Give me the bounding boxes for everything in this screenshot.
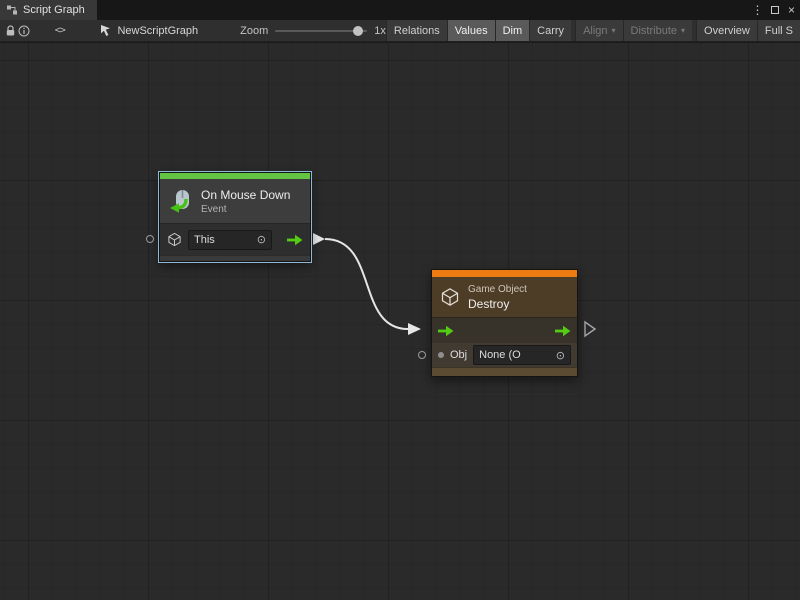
- value-input-port[interactable]: [438, 352, 444, 358]
- zoom-knob[interactable]: [353, 26, 363, 36]
- lock-button[interactable]: [4, 20, 17, 42]
- destroy-node-footer: [432, 367, 577, 376]
- event-node-header: On Mouse Down Event: [160, 179, 310, 223]
- fullscreen-button[interactable]: Full S: [757, 20, 800, 42]
- zoom-control: Zoom 1x: [240, 25, 386, 37]
- cursor-icon: [100, 24, 112, 37]
- kebab-menu-icon: ⋮: [752, 3, 764, 17]
- carry-button[interactable]: Carry: [529, 20, 571, 42]
- zoom-slider[interactable]: [275, 30, 367, 32]
- object-picker-icon[interactable]: ⊙: [556, 349, 565, 362]
- dim-button[interactable]: Dim: [495, 20, 530, 42]
- distribute-button[interactable]: Distribute ▾: [623, 20, 692, 42]
- maximize-icon: [771, 6, 779, 14]
- tab-script-graph[interactable]: Script Graph: [0, 0, 97, 20]
- lock-icon: [5, 25, 16, 37]
- input-label: Obj: [450, 349, 467, 361]
- info-button[interactable]: [17, 20, 30, 42]
- event-node-body: This ⊙: [160, 223, 310, 255]
- zoom-value: 1x: [374, 25, 386, 37]
- zoom-label: Zoom: [240, 25, 268, 37]
- window-menu-button[interactable]: ⋮: [749, 0, 766, 20]
- event-node-footer: [160, 255, 310, 261]
- wire-layer: [0, 43, 800, 600]
- distribute-label: Distribute: [631, 25, 677, 37]
- mouse-down-icon: [168, 188, 194, 214]
- align-label: Align: [583, 25, 607, 37]
- event-target-port[interactable]: [146, 235, 154, 243]
- graph-canvas[interactable]: On Mouse Down Event This ⊙: [0, 43, 800, 600]
- target-object-field[interactable]: This ⊙: [188, 230, 272, 250]
- align-button[interactable]: Align ▾: [575, 20, 622, 42]
- node-title: On Mouse Down: [201, 188, 290, 202]
- event-node-titles: On Mouse Down Event: [201, 188, 290, 215]
- destroy-accent-strip: [432, 270, 577, 277]
- node-subtitle: Event: [201, 204, 290, 215]
- destroy-node-header: Game Object Destroy: [432, 277, 577, 317]
- tab-title: Script Graph: [23, 4, 85, 16]
- flow-output-port[interactable]: [555, 325, 571, 337]
- node-destroy[interactable]: Game Object Destroy Obj None (O ⊙: [431, 269, 578, 377]
- node-title: Destroy: [468, 297, 527, 311]
- close-icon: ×: [788, 3, 795, 17]
- graph-name-group[interactable]: NewScriptGraph: [100, 24, 198, 37]
- wire-path: [325, 239, 408, 329]
- destroy-flow-continue-port[interactable]: [585, 322, 595, 336]
- destroy-obj-port[interactable]: [418, 351, 426, 359]
- target-object-value: This: [194, 234, 215, 246]
- code-icon: <>: [55, 25, 65, 36]
- window-titlebar: Script Graph ⋮ ×: [0, 0, 800, 20]
- maximize-button[interactable]: [766, 0, 783, 20]
- cube-icon: [167, 232, 182, 247]
- obj-field[interactable]: None (O ⊙: [473, 345, 571, 365]
- overview-button[interactable]: Overview: [696, 20, 757, 42]
- obj-field-value: None (O: [479, 349, 521, 361]
- close-button[interactable]: ×: [783, 0, 800, 20]
- node-category: Game Object: [468, 284, 527, 295]
- toolbar-button-group: Relations Values Dim Carry Align ▾ Distr…: [386, 20, 800, 42]
- chevron-down-icon: ▾: [681, 26, 685, 35]
- cube-icon: [440, 287, 460, 307]
- object-picker-icon[interactable]: ⊙: [257, 233, 266, 246]
- wire-start-arrow-icon: [313, 233, 325, 245]
- destroy-input-row: Obj None (O ⊙: [432, 343, 577, 367]
- graph-name-label: NewScriptGraph: [117, 25, 198, 37]
- relations-button[interactable]: Relations: [386, 20, 447, 42]
- node-on-mouse-down[interactable]: On Mouse Down Event This ⊙: [159, 172, 311, 262]
- flow-input-port[interactable]: [438, 325, 454, 337]
- graph-toolbar: <> NewScriptGraph Zoom 1x Relations Valu…: [0, 20, 800, 42]
- graph-tab-icon: [6, 4, 18, 16]
- wire-end-arrow-icon: [408, 323, 421, 335]
- destroy-flow-row: [432, 317, 577, 343]
- connection-wire[interactable]: [313, 233, 421, 335]
- flow-output-port[interactable]: [287, 234, 303, 246]
- destroy-node-titles: Game Object Destroy: [468, 284, 527, 311]
- info-icon: [18, 25, 30, 37]
- chevron-down-icon: ▾: [612, 26, 616, 35]
- values-button[interactable]: Values: [447, 20, 495, 42]
- edit-code-button[interactable]: <>: [53, 20, 66, 42]
